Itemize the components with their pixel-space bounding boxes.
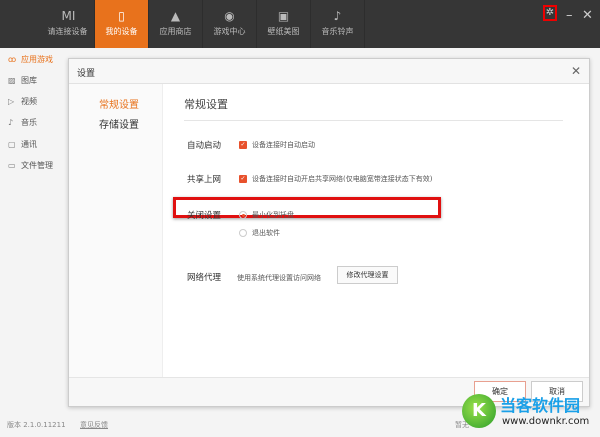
tab-label: 我的设备 [105,27,138,36]
radio-icon [239,229,247,237]
sidebar-item-apps[interactable]: ꝏ 应用游戏 [8,54,53,65]
nav-general[interactable]: 常规设置 [99,96,139,111]
checkbox-checked-icon: ✓ [239,175,247,183]
tab-my-device[interactable]: ▯ 我的设备 [95,0,149,48]
tab-wallpaper[interactable]: ▣ 壁纸美图 [257,0,311,48]
auto-start-checkbox[interactable]: ✓ 设备连接时自动启动 [239,140,315,150]
dialog-title: 设置 [69,59,589,84]
tab-label: 壁纸美图 [267,27,300,36]
top-bar: MI 请连接设备 ▯ 我的设备 ▲ 应用商店 ◉ 游戏中心 ▣ 壁纸美图 ♪ 音乐铃声 ✲ … [0,0,600,48]
sidebar-label: 文件管理 [21,161,53,170]
share-net-checkbox[interactable]: ✓ 设备连接时自动开启共享网络(仅电脑宽带连接状态下有效) [239,174,432,184]
settings-dialog: 设置 ✕ 常规设置 存储设置 常规设置 自动启动 ✓ 设备连接时自动启动 共享上网… [68,58,590,407]
nav-storage[interactable]: 存储设置 [99,116,139,131]
watermark-name: 当客软件园 [500,396,581,415]
sidebar-item-files[interactable]: ▭ 文件管理 [8,160,53,171]
play-icon: ▷ [8,97,15,106]
option-text: 最小化到托盘 [252,211,294,219]
checkbox-checked-icon: ✓ [239,141,247,149]
close-window-button[interactable]: ✕ [582,8,593,23]
dialog-close-icon[interactable]: ✕ [571,64,581,78]
picture-icon: ▣ [277,9,290,23]
settings-gear-icon[interactable]: ✲ [543,5,557,21]
radio-exit[interactable]: 退出软件 [239,228,280,238]
apps-icon: ꝏ [8,55,17,64]
sidebar-item-gallery[interactable]: ▨ 图库 [8,75,37,86]
sidebar-label: 音乐 [21,118,37,127]
option-text: 退出软件 [252,229,280,237]
divider [184,120,563,121]
sidebar-item-video[interactable]: ▷ 视频 [8,96,37,107]
close-setting-label: 关闭设置 [187,211,222,221]
tab-label: 游戏中心 [213,27,246,36]
mi-logo-icon: MI [61,9,76,23]
gamepad-icon: ◉ [224,9,235,23]
tab-label: 请连接设备 [47,27,88,36]
music-note-icon: ♪ [333,9,342,23]
tab-label: 应用商店 [159,27,192,36]
watermark-emblem-icon: K [462,394,496,428]
sidebar-label: 通讯 [21,140,37,149]
proxy-text: 使用系统代理设置访问网络 [237,274,321,282]
proxy-label: 网络代理 [187,273,222,283]
phone-icon: ▯ [118,9,125,23]
music-icon: ♪ [8,118,14,127]
folder-icon: ▭ [8,161,16,170]
settings-nav: 常规设置 存储设置 [69,84,163,378]
modify-proxy-button[interactable]: 修改代理设置 [337,266,398,284]
contact-icon: ▢ [8,140,16,149]
feedback-link[interactable]: 意见反馈 [80,420,108,430]
image-icon: ▨ [8,76,16,85]
bag-icon: ▲ [170,9,181,23]
option-text: 设备连接时自动启动 [252,141,315,149]
sidebar-label: 应用游戏 [21,55,53,64]
version-text: 版本 2.1.0.11211 [7,421,66,429]
sidebar-label: 视频 [21,97,37,106]
sidebar: ꝏ 应用游戏 ▨ 图库 ▷ 视频 ♪ 音乐 ▢ 通讯 ▭ 文件管理 [0,48,68,408]
minimize-button[interactable]: – [566,8,573,23]
sidebar-label: 图库 [21,76,37,85]
sidebar-item-contacts[interactable]: ▢ 通讯 [8,139,37,150]
tab-music[interactable]: ♪ 音乐铃声 [311,0,365,48]
tab-app-store[interactable]: ▲ 应用商店 [149,0,203,48]
share-net-label: 共享上网 [187,175,222,185]
sidebar-item-music[interactable]: ♪ 音乐 [8,117,37,128]
radio-minimize-tray[interactable]: 最小化到托盘 [239,210,294,220]
option-text: 设备连接时自动开启共享网络(仅电脑宽带连接状态下有效) [252,175,433,183]
radio-selected-icon [239,211,247,219]
watermark-url: www.downkr.com [502,416,590,427]
tab-label: 音乐铃声 [321,27,354,36]
watermark-logo: K 当客软件园 www.downkr.com [462,392,600,437]
tab-connect-device[interactable]: MI 请连接设备 [41,0,95,48]
section-heading: 常规设置 [184,98,228,111]
auto-start-label: 自动启动 [187,141,222,151]
tab-game-center[interactable]: ◉ 游戏中心 [203,0,257,48]
